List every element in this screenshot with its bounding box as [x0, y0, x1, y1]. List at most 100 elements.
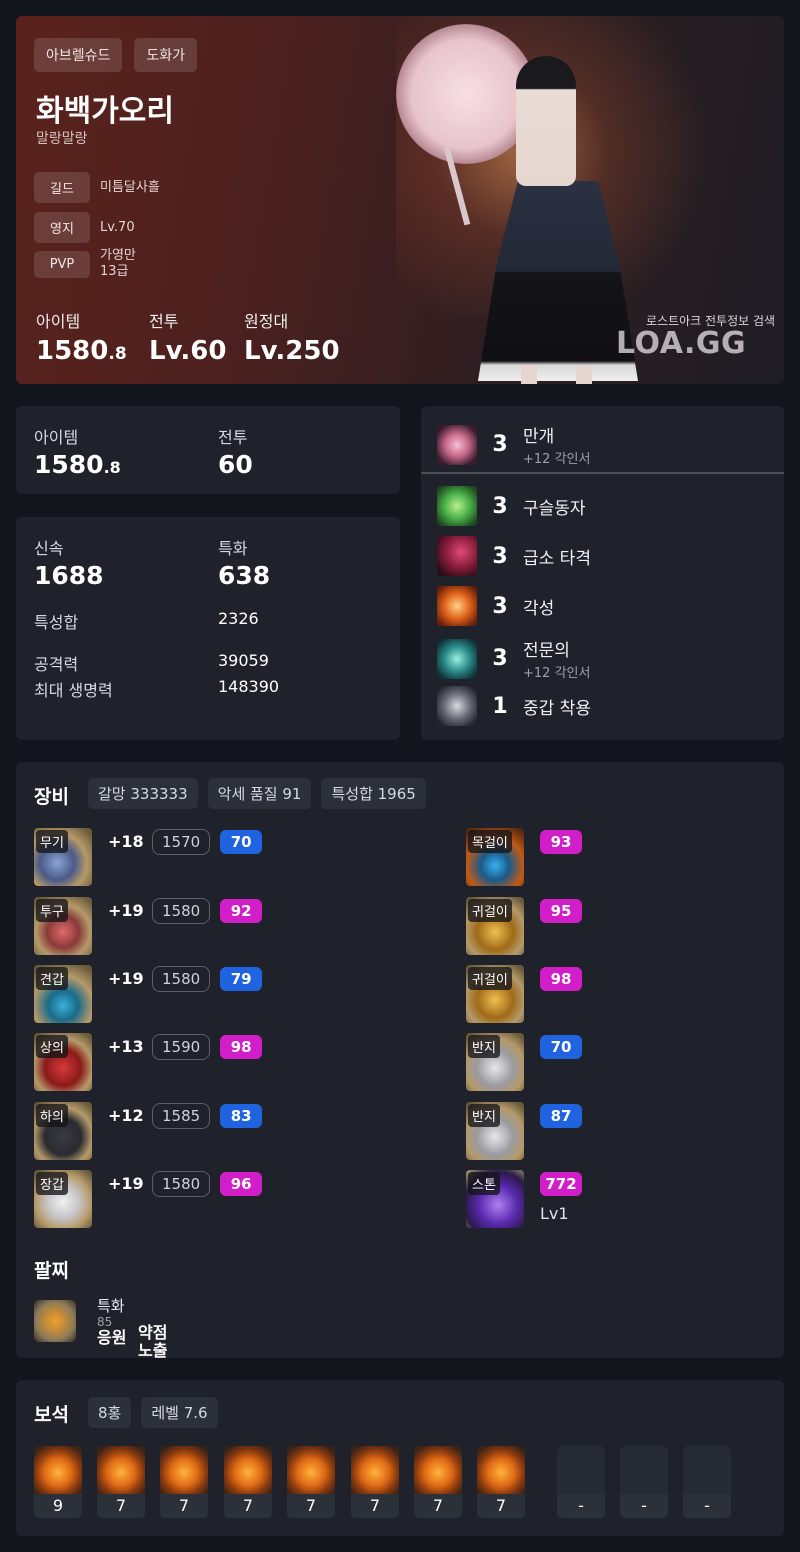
ring-icon: 반지: [466, 1033, 524, 1091]
engraving-row[interactable]: 3 각성: [437, 586, 554, 626]
engravings-card: 3 만개 +12 각인서 3 구슬동자 3 급소 타격 3 각성 3 전문의 +…: [421, 406, 784, 740]
pvp-label: PVP: [34, 250, 90, 278]
quality-badge: 70: [540, 1035, 582, 1059]
gem-slot[interactable]: 7: [414, 1446, 462, 1518]
item-level: 1585: [152, 1103, 211, 1129]
chest-icon: 상의: [34, 1033, 92, 1091]
item-level: 1580: [152, 1171, 211, 1197]
quality-badge: 93: [540, 830, 582, 854]
heavy-armor-engraving-icon: [437, 686, 477, 726]
gem-level: -: [620, 1494, 668, 1518]
engraving-row[interactable]: 3 급소 타격: [437, 536, 591, 576]
quality-badge: 98: [220, 1035, 263, 1059]
estate-row: 영지 Lv.70: [34, 212, 135, 243]
earring-icon: 귀걸이: [466, 897, 524, 955]
ring-icon: 반지: [466, 1102, 524, 1160]
engraving-row[interactable]: 1 중갑 착용: [437, 686, 591, 726]
honing-level: +13: [108, 1037, 144, 1056]
engraving-level: 1: [492, 693, 508, 719]
engraving-row[interactable]: 3 만개 +12 각인서: [437, 422, 590, 467]
gem-icon: [414, 1446, 462, 1494]
quality-badge: 79: [220, 967, 263, 991]
engraving-name: 만개: [523, 427, 555, 447]
gem-count-chip: 8홍: [88, 1397, 132, 1428]
equipment-shoulder[interactable]: 견갑 +19 1580 79: [34, 965, 263, 1023]
gem-slot[interactable]: 7: [97, 1446, 145, 1518]
gem-level: 7: [287, 1494, 335, 1518]
summary-item-label: 아이템: [34, 428, 79, 447]
orb-engraving-icon: [437, 486, 477, 526]
honing-level: +19: [108, 901, 144, 920]
awakening-engraving-icon: [437, 586, 477, 626]
gem-slot-empty[interactable]: -: [620, 1446, 668, 1518]
summary-item-level: 아이템 1580.8: [34, 424, 121, 479]
gem-level: 7: [224, 1494, 272, 1518]
gem-slot[interactable]: 7: [224, 1446, 272, 1518]
equipment-pants[interactable]: 하의 +12 1585 83: [34, 1102, 263, 1160]
hero-item-level: 아이템 1580.8: [36, 308, 127, 366]
engraving-book: +12 각인서: [523, 452, 591, 467]
gem-level-chip: 레벨 7.6: [141, 1397, 218, 1428]
equipment-gloves[interactable]: 장갑 +19 1580 96: [34, 1170, 263, 1228]
gem-slot-empty[interactable]: -: [557, 1446, 605, 1518]
quality-badge: 95: [540, 899, 582, 923]
accessory-earring[interactable]: 귀걸이 95: [466, 897, 582, 955]
engraving-divider: [421, 472, 784, 474]
shoulder-icon: 견갑: [34, 965, 92, 1023]
gem-icon: [351, 1446, 399, 1494]
accessory-earring[interactable]: 귀걸이 98: [466, 965, 582, 1023]
equipment-chest[interactable]: 상의 +13 1590 98: [34, 1033, 263, 1091]
stone-level: Lv1: [540, 1204, 569, 1223]
hero-tags: 아브렐슈드 도화가: [34, 38, 198, 72]
accessory-quality-chip: 악세 품질 91: [207, 778, 312, 809]
equipment-helmet[interactable]: 투구 +19 1580 92: [34, 897, 263, 955]
gem-slot[interactable]: 9: [34, 1446, 82, 1518]
engraving-level: 3: [492, 493, 508, 519]
character-hero: 로스트아크 전투정보 검색 LOA.GG 아브렐슈드 도화가 화백가오리 말랑말…: [16, 16, 784, 384]
gem-icon: [477, 1446, 525, 1494]
pvp-rank-line2: 13급: [100, 264, 129, 279]
character-head-image: [516, 56, 576, 186]
honing-level: +12: [108, 1106, 144, 1125]
engraving-row[interactable]: 3 구슬동자: [437, 486, 586, 526]
combat-level-label: 전투: [149, 312, 179, 331]
attack-power-value: 39059: [218, 651, 269, 670]
gem-level: 7: [351, 1494, 399, 1518]
item-level: 1590: [152, 1034, 211, 1060]
engraving-row[interactable]: 3 전문의 +12 각인서: [437, 636, 590, 681]
gem-slot[interactable]: 7: [477, 1446, 525, 1518]
item-level: 1580: [152, 966, 211, 992]
gem-slot[interactable]: 7: [160, 1446, 208, 1518]
equipment-weapon[interactable]: 무기 +18 1570 70: [34, 828, 263, 886]
guild-label: 길드: [34, 172, 90, 203]
combat-stats-card: 신속 1688 특화 638 특성합 2326 공격력 39059 최대 생명력…: [16, 517, 400, 740]
engraving-level: 3: [492, 646, 508, 671]
guild-value: 미틈달사흘: [100, 179, 160, 195]
gem-level: 7: [160, 1494, 208, 1518]
gems-title: 보석: [34, 1404, 69, 1426]
accessory-necklace[interactable]: 목걸이 93: [466, 828, 582, 886]
expedition-level-label: 원정대: [244, 312, 289, 331]
expedition-level-value: Lv.250: [244, 336, 340, 366]
swiftness-label: 신속: [34, 539, 64, 558]
specialization-label: 특화: [218, 539, 248, 558]
gem-icon: [160, 1446, 208, 1494]
quality-badge: 96: [220, 1172, 263, 1196]
bracelet-icon[interactable]: [34, 1300, 76, 1342]
equipment-title: 장비: [34, 786, 69, 808]
character-title: 말랑말랑: [36, 131, 88, 147]
gem-slot[interactable]: 7: [351, 1446, 399, 1518]
class-tag[interactable]: 도화가: [134, 38, 198, 72]
accessory-ring[interactable]: 반지 70: [466, 1033, 582, 1091]
gem-slot[interactable]: 7: [287, 1446, 335, 1518]
engraving-name: 각성: [523, 598, 555, 619]
engraving-book: +12 각인서: [523, 666, 591, 681]
hero-expedition-level: 원정대 Lv.250: [244, 308, 340, 366]
stat-total-value: 2326: [218, 609, 259, 628]
server-tag[interactable]: 아브렐슈드: [34, 38, 123, 72]
max-hp-label: 최대 생명력: [34, 681, 113, 700]
gem-slot-empty[interactable]: -: [683, 1446, 731, 1518]
ability-stone[interactable]: 스톤 772 Lv1: [466, 1170, 582, 1228]
accessory-ring[interactable]: 반지 87: [466, 1102, 582, 1160]
equipment-chips: 갈망 333333 악세 품질 91 특성합 1965: [88, 778, 426, 809]
